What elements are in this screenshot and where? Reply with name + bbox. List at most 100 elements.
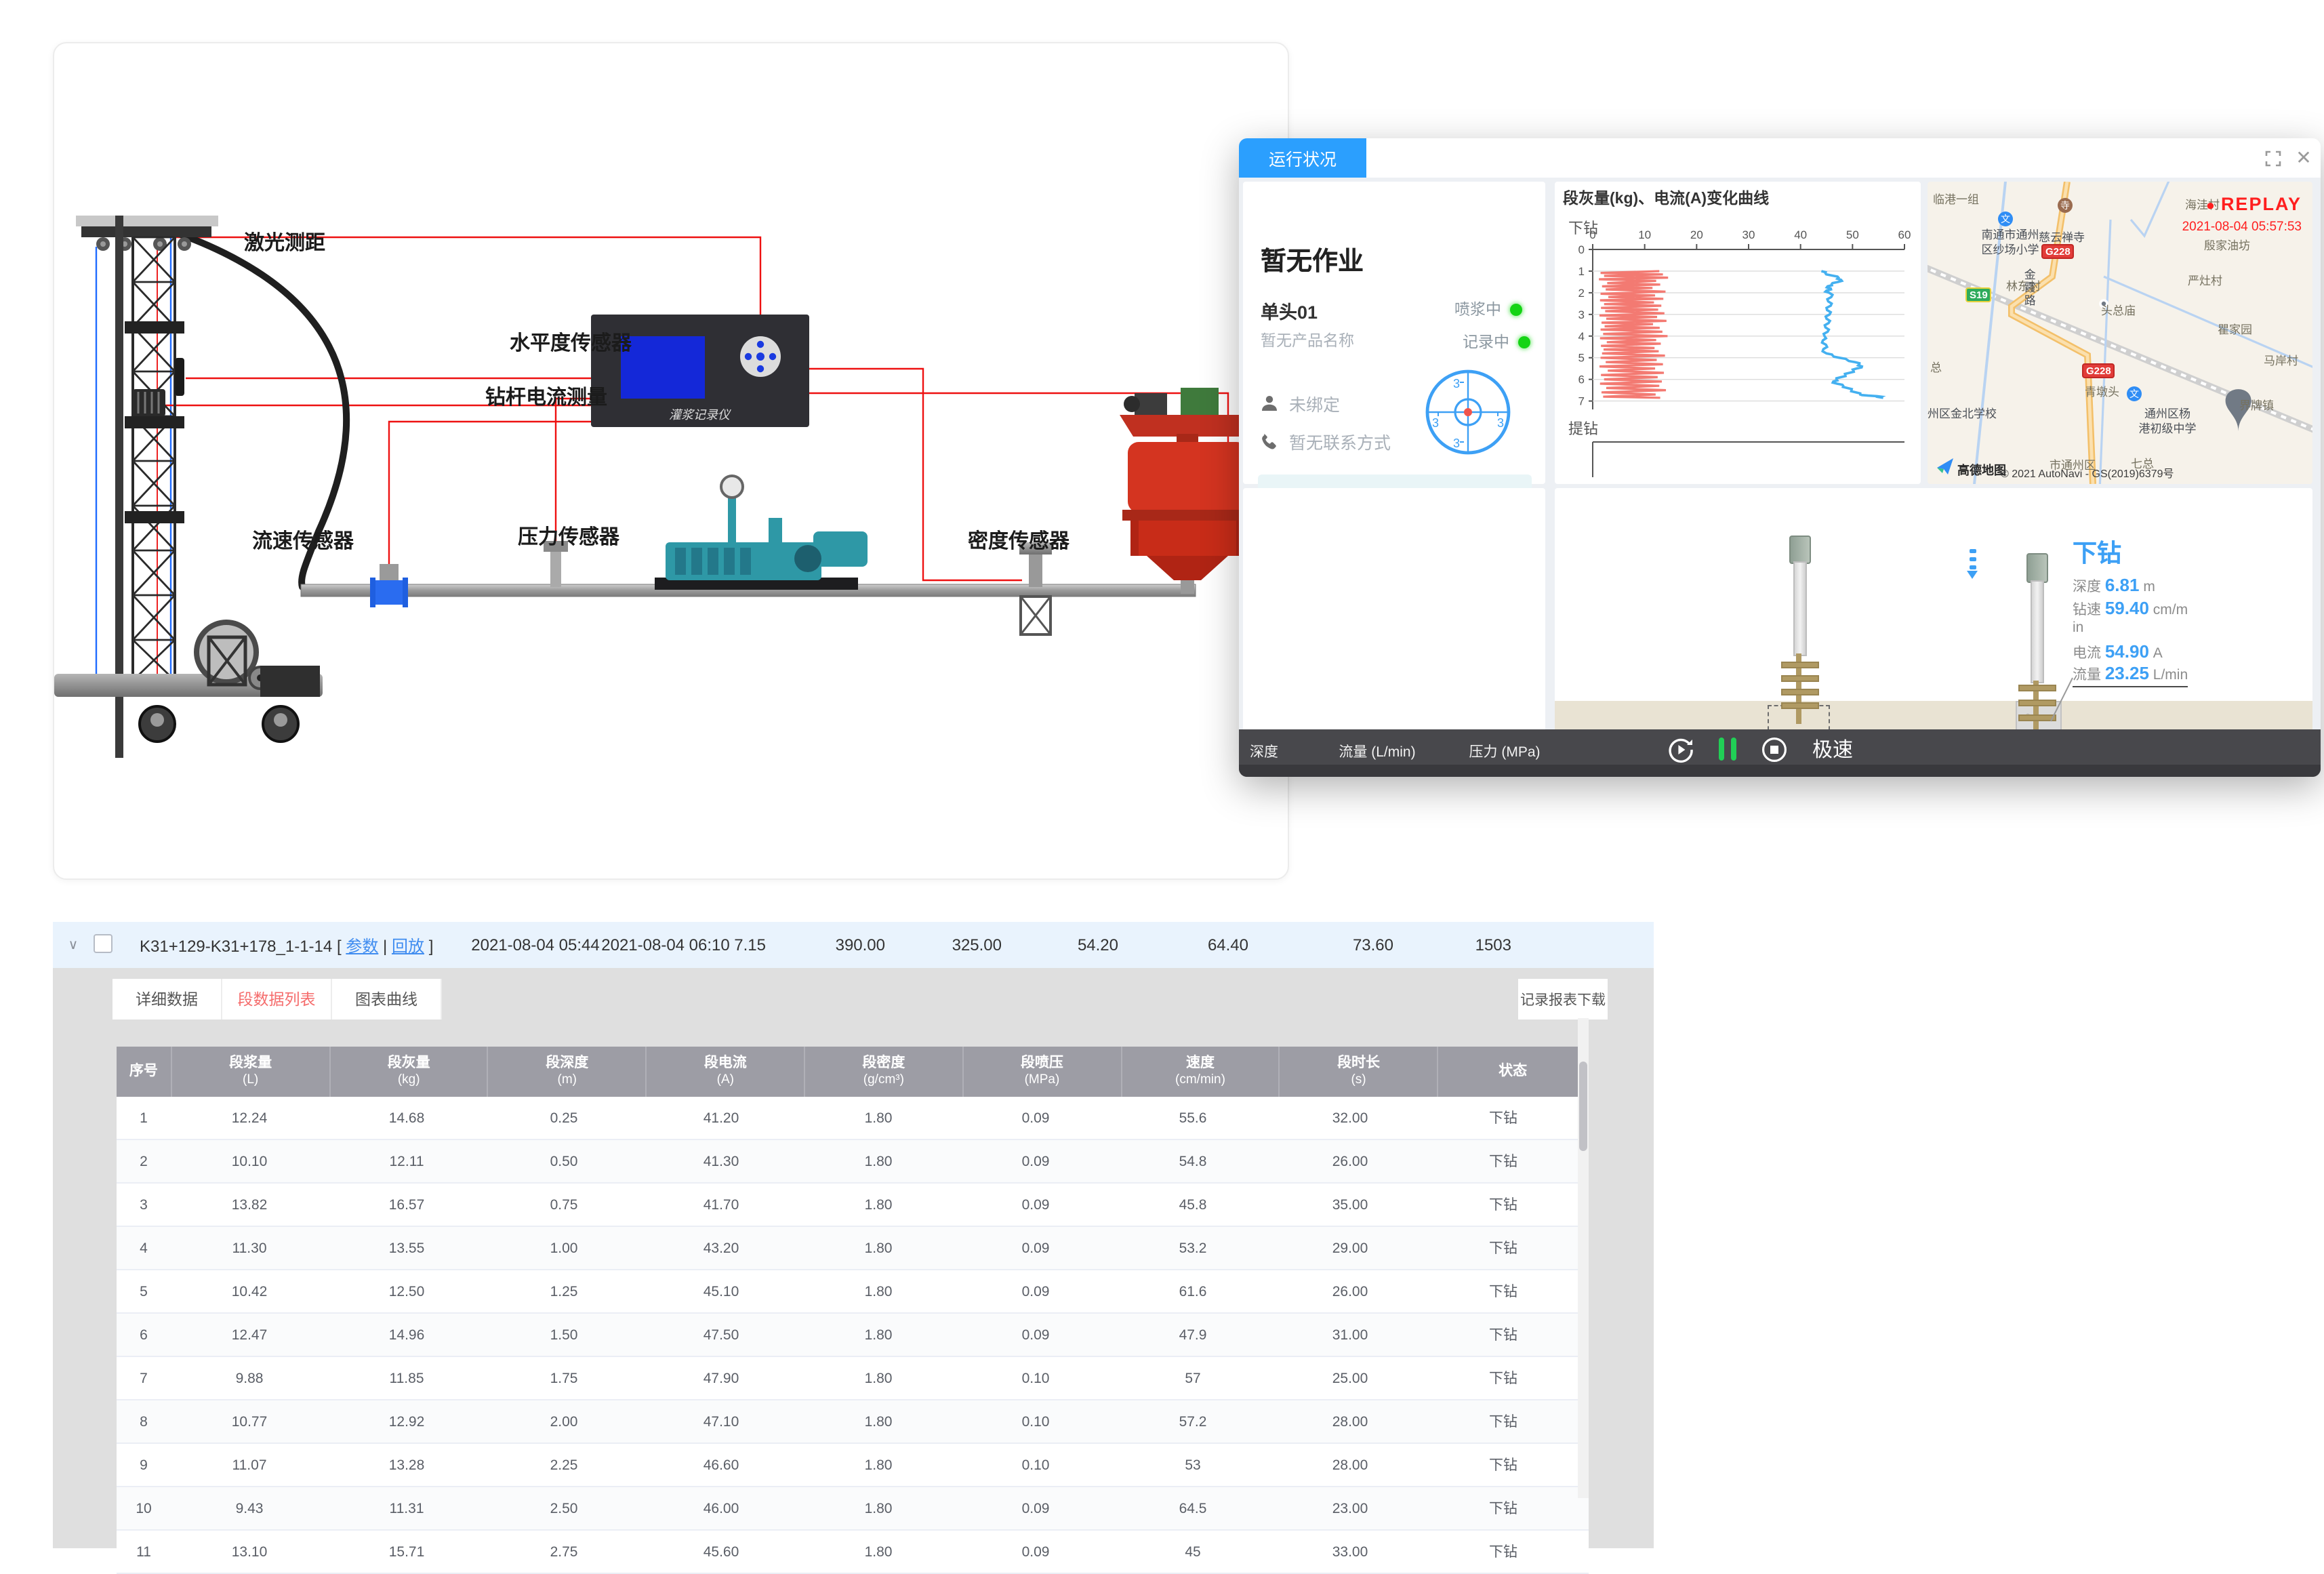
download-report-button[interactable]: 记录报表下载 xyxy=(1518,979,1608,1020)
table-cell: 46.00 xyxy=(643,1487,800,1529)
table-cell: 57 xyxy=(1114,1357,1271,1399)
table-cell: 64.5 xyxy=(1114,1487,1271,1529)
table-cell: 1.80 xyxy=(800,1270,957,1312)
levelness-gauge: 3 3 3 3 xyxy=(1419,363,1517,461)
table-row[interactable]: 911.0713.282.2546.601.800.105328.00下钻 xyxy=(117,1444,1589,1487)
record-checkbox[interactable] xyxy=(94,933,113,952)
table-cell: 45 xyxy=(1114,1531,1271,1573)
table-cell: 29.00 xyxy=(1271,1227,1429,1269)
summary-value: 73.60 xyxy=(1248,935,1393,954)
close-icon[interactable]: ✕ xyxy=(2294,148,2314,168)
table-cell: 13.28 xyxy=(328,1444,485,1486)
table-cell: 0.25 xyxy=(485,1097,643,1139)
table-cell: 下钻 xyxy=(1429,1487,1578,1529)
drill-right-cap xyxy=(2026,553,2048,583)
drill-left-cap xyxy=(1789,536,1811,564)
table-cell: 61.6 xyxy=(1114,1270,1271,1312)
table-row[interactable]: 109.4311.312.5046.001.800.0964.523.00下钻 xyxy=(117,1487,1589,1531)
table-row[interactable]: 112.2414.680.2541.201.800.0955.632.00下钻 xyxy=(117,1097,1589,1140)
tab-run-status[interactable]: 运行状况 xyxy=(1239,138,1366,178)
replay-button[interactable] xyxy=(1667,735,1694,763)
table-cell: 4 xyxy=(117,1227,171,1269)
map-attribution: © 2021 AutoNavi - GS(2019)6379号 xyxy=(2001,466,2174,481)
table-cell: 2.00 xyxy=(485,1400,643,1442)
series-current xyxy=(1821,271,1883,398)
record-status: 记录中 xyxy=(1463,331,1530,352)
tab-段数据列表[interactable]: 段数据列表 xyxy=(222,979,332,1020)
job-info-panel: 暂无作业 单头01 暂无产品名称 喷浆中 记录中 未绑定 暂无联系方式 xyxy=(1243,182,1545,484)
amap-logo xyxy=(1936,457,1955,476)
table-scrollbar[interactable] xyxy=(1578,1018,1589,1498)
table-cell: 26.00 xyxy=(1271,1270,1429,1312)
table-cell: 下钻 xyxy=(1429,1400,1578,1442)
table-cell: 9 xyxy=(117,1444,171,1486)
table-cell: 下钻 xyxy=(1429,1227,1578,1269)
table-row[interactable]: 612.4714.961.5047.501.800.0947.931.00下钻 xyxy=(117,1314,1589,1357)
table-cell: 0.10 xyxy=(957,1357,1114,1399)
record-summary-row[interactable]: ∨ K31+129-K31+178_1-1-14 [ 参数 | 回放 ] 202… xyxy=(53,922,1654,968)
svg-text:10: 10 xyxy=(1638,228,1651,241)
table-cell: 2.75 xyxy=(485,1531,643,1573)
table-cell: 11.85 xyxy=(328,1357,485,1399)
school-icon: 文 xyxy=(2127,386,2142,401)
table-row[interactable]: 810.7712.922.0047.101.800.1057.228.00下钻 xyxy=(117,1400,1589,1444)
grout-pump xyxy=(655,476,868,590)
pressure-gauge-label: 压力 (MPa) xyxy=(1441,742,1568,762)
svg-text:60: 60 xyxy=(1898,228,1911,241)
drill-status: 下钻 xyxy=(2073,534,2121,569)
stop-button[interactable] xyxy=(1761,735,1788,763)
table-cell: 1.75 xyxy=(485,1357,643,1399)
table-cell: 57.2 xyxy=(1114,1400,1271,1442)
tab-详细数据[interactable]: 详细数据 xyxy=(113,979,222,1020)
chevron-down-icon[interactable]: ∨ xyxy=(53,937,94,952)
table-row[interactable]: 1113.1015.712.7545.601.800.094533.00下钻 xyxy=(117,1531,1589,1574)
curve-chart-panel: 段灰量(kg)、电流(A)变化曲线下钻010203040506001234567… xyxy=(1555,182,1921,484)
table-cell: 16.57 xyxy=(328,1184,485,1226)
drill-left-auger-bar xyxy=(1781,689,1819,695)
table-row[interactable]: 510.4212.501.2545.101.800.0961.626.00下钻 xyxy=(117,1270,1589,1314)
pause-button[interactable] xyxy=(1719,738,1736,761)
param-link[interactable]: 参数 xyxy=(346,936,378,955)
svg-text:50: 50 xyxy=(1846,228,1859,241)
svg-text:0: 0 xyxy=(1589,228,1595,241)
road-badge: G228 xyxy=(2041,244,2075,259)
drill-speed-wrap-line: in xyxy=(2073,620,2083,636)
map-panel[interactable]: 临港一组海洼村南通市通州 区纱场小学慈云禅寺殷家油坊林东村严灶村头总庙瞿家园马岸… xyxy=(1928,182,2312,484)
road-badge: G228 xyxy=(2082,363,2115,378)
replay-link[interactable]: 回放 xyxy=(392,936,424,955)
table-cell: 0.10 xyxy=(957,1444,1114,1486)
svg-text:7: 7 xyxy=(1578,395,1585,408)
table-row[interactable]: 411.3013.551.0043.201.800.0953.229.00下钻 xyxy=(117,1227,1589,1270)
device-name: 单头01 xyxy=(1261,297,1318,324)
equipment-diagram-card: 灌浆记录仪激光测距水平度传感器钻杆电流测量流速传感器压力传感器密度传感器 xyxy=(53,42,1289,880)
current-measure-device xyxy=(133,389,165,416)
table-cell: 11.30 xyxy=(171,1227,328,1269)
table-body: 112.2414.680.2541.201.800.0955.632.00下钻2… xyxy=(117,1097,1589,1574)
record-name: K31+129-K31+178_1-1-14 [ 参数 | 回放 ] xyxy=(140,933,470,956)
table-cell: 1.80 xyxy=(800,1184,957,1226)
drill-current-line: 电流 54.90 A xyxy=(2073,641,2163,663)
table-cell: 12.50 xyxy=(328,1270,485,1312)
scrollbar-thumb[interactable] xyxy=(1579,1062,1587,1151)
drill-left-rod xyxy=(1793,561,1807,656)
table-cell: 15.71 xyxy=(328,1531,485,1573)
expand-icon[interactable] xyxy=(2262,148,2283,168)
label-rod-current: 钻杆电流测量 xyxy=(485,386,607,409)
table-row[interactable]: 79.8811.851.7547.901.800.105725.00下钻 xyxy=(117,1357,1589,1400)
column-header: 段灰量(kg) xyxy=(330,1047,489,1097)
table-cell: 28.00 xyxy=(1271,1444,1429,1486)
tab-图表曲线[interactable]: 图表曲线 xyxy=(332,979,442,1020)
table-cell: 46.60 xyxy=(643,1444,800,1486)
svg-text:40: 40 xyxy=(1794,228,1807,241)
player-control-bar: 深度 流量 (L/min) 压力 (MPa) 极速 xyxy=(1239,729,2321,777)
table-row[interactable]: 313.8216.570.7541.701.800.0945.835.00下钻 xyxy=(117,1184,1589,1227)
playback-speed[interactable]: 极速 xyxy=(1812,735,1853,763)
table-cell: 下钻 xyxy=(1429,1357,1578,1399)
table-row[interactable]: 210.1012.110.5041.301.800.0954.826.00下钻 xyxy=(117,1140,1589,1184)
table-cell: 1.00 xyxy=(485,1227,643,1269)
map-brand: 高德地图 xyxy=(1957,461,2006,479)
chart-title: 段灰量(kg)、电流(A)变化曲线 xyxy=(1563,189,1769,207)
map-label: 慈云禅寺 xyxy=(2039,230,2085,245)
table-cell: 3 xyxy=(117,1184,171,1226)
table-cell: 14.96 xyxy=(328,1314,485,1356)
